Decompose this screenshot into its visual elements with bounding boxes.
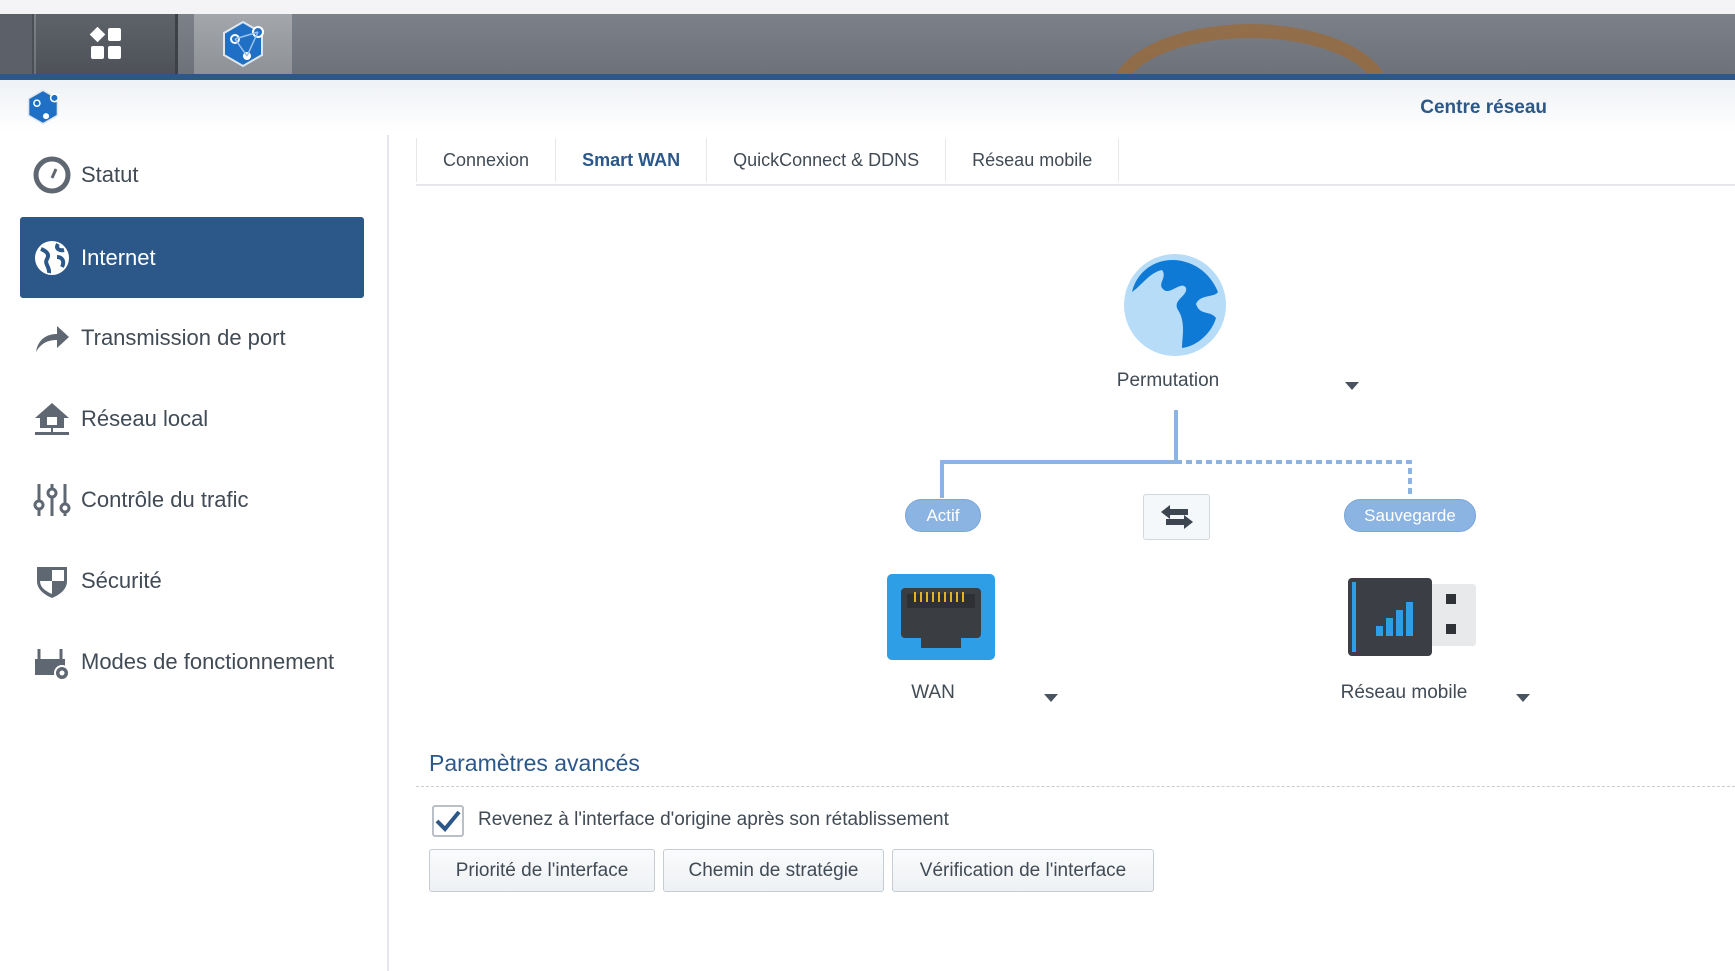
- active-badge: Actif: [905, 499, 981, 532]
- backup-badge: Sauvegarde: [1344, 499, 1476, 532]
- secondary-dropdown-caret-icon[interactable]: [1516, 694, 1530, 702]
- usb-modem-icon: [1348, 578, 1476, 661]
- interface-priority-button[interactable]: Priorité de l'interface: [429, 849, 655, 892]
- swap-interfaces-button[interactable]: [1143, 494, 1210, 540]
- ethernet-port-icon: [887, 574, 995, 665]
- policy-route-button[interactable]: Chemin de stratégie: [663, 849, 884, 892]
- mode-label[interactable]: Permutation: [1117, 370, 1219, 392]
- swap-arrows-icon: [1160, 505, 1193, 529]
- checkmark-icon: [435, 810, 461, 832]
- mode-dropdown-caret-icon[interactable]: [1345, 382, 1359, 390]
- revert-interface-label[interactable]: Revenez à l'interface d'origine après so…: [478, 809, 949, 831]
- primary-interface-label[interactable]: WAN: [911, 682, 955, 704]
- revert-interface-checkbox[interactable]: [432, 805, 464, 837]
- advanced-settings-heading: Paramètres avancés: [429, 750, 640, 776]
- section-divider: [416, 786, 1735, 787]
- secondary-interface-label[interactable]: Réseau mobile: [1341, 682, 1468, 704]
- internet-globe-icon: [1122, 252, 1228, 363]
- primary-dropdown-caret-icon[interactable]: [1044, 694, 1058, 702]
- interface-check-button[interactable]: Vérification de l'interface: [892, 849, 1154, 892]
